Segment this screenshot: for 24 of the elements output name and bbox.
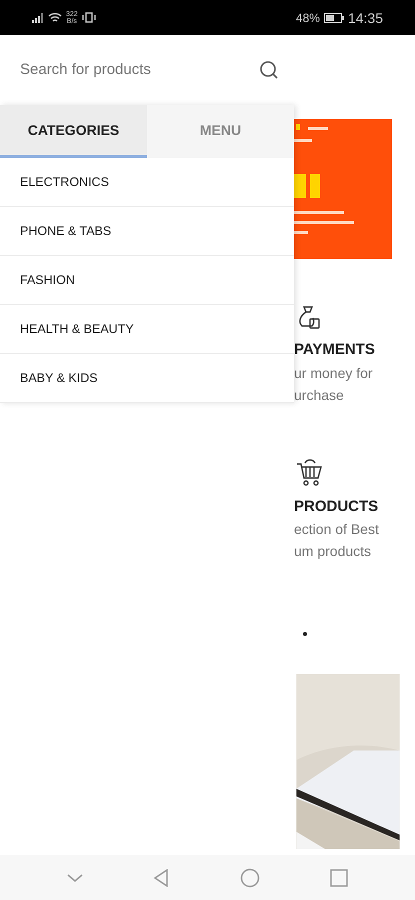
search-field[interactable]: Search for products [20,58,220,82]
back-icon[interactable] [153,868,170,886]
feature-text: ection of Best [294,520,380,539]
home-icon[interactable] [240,868,260,888]
feature-text: urchase [294,386,345,404]
signal-icon [32,12,44,22]
cart-icon [296,458,324,488]
recents-icon[interactable] [330,868,348,886]
category-item[interactable]: HEALTH & BEAUTY [0,305,294,354]
search-icon[interactable] [259,60,279,80]
wifi-icon [48,12,62,23]
vibrate-icon [82,12,96,23]
battery-icon [324,12,344,22]
category-item[interactable]: FASHION [0,256,294,305]
money-bag-icon [296,305,322,331]
chevron-down-icon[interactable] [67,872,84,882]
feature-text: ur money for [294,364,374,383]
feature-title: PRODUCTS [294,496,380,516]
battery-percent: 48% [296,10,320,26]
feature-text: um products [294,542,372,561]
clock: 14:35 [348,8,383,28]
feature-title: PAYMENTS [294,340,376,360]
category-item[interactable]: BABY & KIDS [0,354,294,403]
tab[interactable]: CATEGORIES [0,105,147,158]
